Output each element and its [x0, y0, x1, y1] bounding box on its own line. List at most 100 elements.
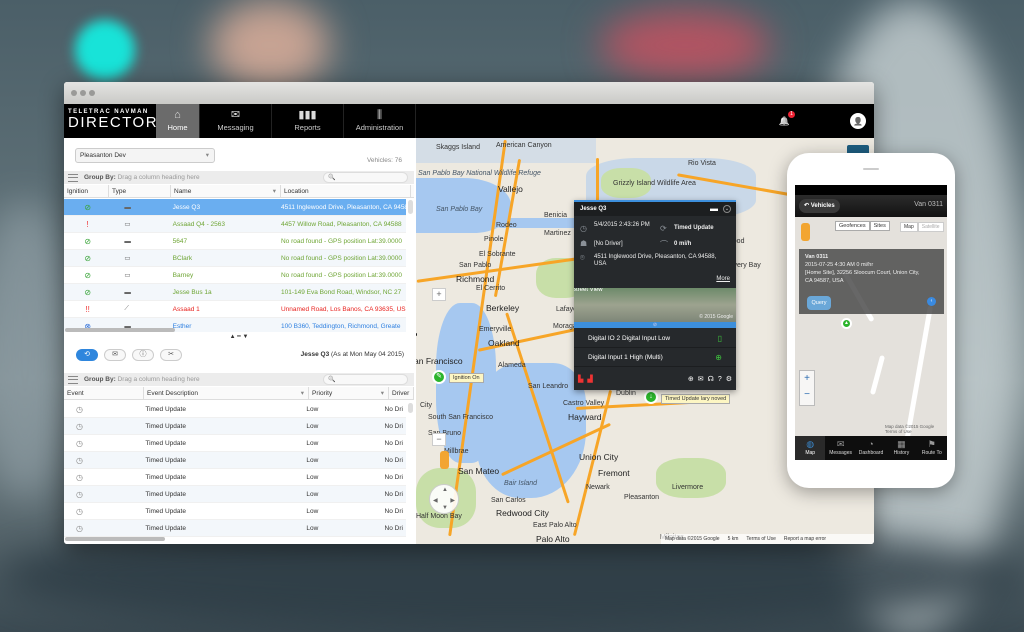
- panel-splitter[interactable]: ▲ ━ ▼: [64, 334, 414, 340]
- zoom-out-icon[interactable]: −: [800, 387, 814, 403]
- map-attribution-link[interactable]: Report a map error: [784, 536, 826, 542]
- menu-icon[interactable]: [68, 173, 78, 182]
- map-attribution-link[interactable]: Terms of Use: [746, 536, 775, 542]
- help-icon[interactable]: ?: [718, 376, 722, 383]
- group-by-dropzone[interactable]: Drag a column heading here: [118, 376, 200, 383]
- phone-vehicle-marker[interactable]: ▲: [841, 318, 852, 329]
- notifications-button[interactable]: 🔔 1: [779, 110, 795, 127]
- map-zoom-in-button[interactable]: +: [432, 288, 446, 301]
- pan-up-icon[interactable]: ▲: [442, 487, 448, 493]
- event-row[interactable]: ◷ Timed Update Low No Dri: [64, 503, 406, 520]
- map-pan-control[interactable]: ▲ ▼ ◀ ▶: [429, 484, 459, 514]
- event-row[interactable]: ◷ Timed Update Low No Dri: [64, 520, 406, 537]
- vehicle-row[interactable]: ! ▭ Assaad Q4 - 2563 4457 Willow Road, Plea…: [64, 216, 406, 233]
- phone-maptype-map[interactable]: Map: [900, 222, 918, 232]
- io-row[interactable]: Digital Input 1 High (Multi) ⊕: [574, 349, 736, 367]
- headset-icon[interactable]: ☊: [708, 375, 714, 383]
- vehicle-row[interactable]: ⊘ ▬ Jesse Q3 4511 Inglewood Drive, Pleasant…: [64, 199, 406, 216]
- tools-tab-button[interactable]: ✂: [160, 349, 182, 361]
- event-scrollbar-vertical[interactable]: [408, 403, 413, 413]
- column-header-location[interactable]: Location: [281, 185, 411, 197]
- event-row[interactable]: ◷ Timed Update Low No Dri: [64, 418, 406, 435]
- event-row[interactable]: ◷ Timed Update Low No Dri: [64, 452, 406, 469]
- column-header-type[interactable]: Type: [109, 185, 171, 197]
- pan-right-icon[interactable]: ▶: [450, 497, 455, 504]
- io-row[interactable]: Digital IO 2 Digital Input Low ▯: [574, 330, 736, 348]
- phone-maptype-satellite[interactable]: Satellite: [917, 222, 944, 232]
- phone-tab-dashboard[interactable]: ◔ Dashboard: [856, 436, 886, 460]
- phone-zoom-control[interactable]: + −: [799, 370, 815, 406]
- popup-divider-handle[interactable]: ⊘: [574, 322, 736, 328]
- events-tab-button[interactable]: ⟲: [76, 349, 98, 361]
- column-header-event[interactable]: Event: [64, 387, 144, 399]
- pan-down-icon[interactable]: ▼: [442, 505, 448, 511]
- popup-collapse-button[interactable]: ⌄: [723, 205, 731, 213]
- settings-icon[interactable]: ⚙: [726, 375, 732, 383]
- pan-left-icon[interactable]: ◀: [433, 497, 438, 504]
- event-search-input[interactable]: 🔍: [323, 374, 408, 385]
- event-row[interactable]: ◷ Timed Update Low No Dri: [64, 469, 406, 486]
- event-row[interactable]: ◷ Timed Update Low No Dri: [64, 486, 406, 503]
- phone-segment-geofences[interactable]: Geofences: [835, 221, 870, 231]
- message-icon[interactable]: ✉: [698, 375, 704, 383]
- vehicle-scrollbar-horizontal[interactable]: [65, 328, 175, 332]
- vehicle-row[interactable]: ⊘ ▭ Barney No road found - GPS position Lat…: [64, 267, 406, 284]
- map-attribution: Map data ©2015 Google 5 km Terms of Use Rep…: [661, 534, 874, 544]
- vehicle-marker-ignition[interactable]: ✎: [432, 370, 446, 384]
- map-zoom-out-button[interactable]: −: [432, 433, 446, 446]
- site-select[interactable]: Pleasanton Dev ▾: [75, 148, 215, 163]
- vehicle-name: 5647: [172, 237, 188, 245]
- column-header-priority[interactable]: Priority: [309, 387, 389, 400]
- vehicle-scrollbar-vertical[interactable]: [408, 200, 413, 214]
- window-maximize-button[interactable]: [89, 90, 95, 96]
- vehicle-search-input[interactable]: 🔍: [323, 172, 408, 183]
- phone-segment-sites[interactable]: Sites: [869, 221, 890, 231]
- column-header-ignition[interactable]: Ignition: [64, 185, 109, 197]
- collapse-panel-arrow[interactable]: ◂: [416, 331, 417, 338]
- map-place-label: Newark: [586, 484, 610, 491]
- popup-more-link[interactable]: More: [716, 276, 730, 282]
- event-row[interactable]: ◷ Timed Update Low No Dri: [64, 401, 406, 418]
- locate-icon[interactable]: ⊕: [688, 375, 694, 383]
- nav-tab-administration[interactable]: ⫼ Administration: [344, 104, 416, 138]
- phone-tab-map[interactable]: ◍ Map: [795, 436, 826, 460]
- phone-screen: ↶ Vehicles Van 0311 Geofences Sites Map Sa…: [795, 185, 947, 460]
- next-icon[interactable]: ‹: [927, 297, 936, 306]
- map-place-label: Redwood City: [496, 508, 549, 518]
- vehicle-row[interactable]: ⊘ ▭ BClark No road found - GPS position Lat…: [64, 250, 406, 267]
- menu-icon[interactable]: [68, 375, 78, 384]
- vehicle-marker-selected[interactable]: ↓: [644, 390, 658, 404]
- user-avatar-button[interactable]: 👤: [850, 113, 866, 129]
- vehicle-row[interactable]: ⊘ ▬ Jesse Bus 1a 101-149 Eva Bond Road, Win…: [64, 284, 406, 301]
- event-row[interactable]: ◷ Timed Update Low No Dri: [64, 435, 406, 452]
- phone-tab-messages[interactable]: ✉ Messages: [825, 436, 855, 460]
- phone-tab-route-to[interactable]: ⚑ Route To: [917, 436, 947, 460]
- event-priority: Low: [306, 507, 319, 515]
- flag-icon[interactable]: ▙: [578, 375, 583, 383]
- alert-icon[interactable]: ▟: [587, 375, 592, 383]
- window-close-button[interactable]: [71, 90, 77, 96]
- column-header-event-description[interactable]: Event Description: [144, 387, 309, 400]
- map-place-label: Rodeo: [496, 222, 517, 229]
- event-description: Timed Update: [145, 456, 186, 464]
- zoom-in-icon[interactable]: +: [800, 371, 814, 387]
- map-place-label: San Leandro: [528, 383, 569, 390]
- street-view-image[interactable]: Street View © 2015 Google: [574, 288, 736, 322]
- nav-tab-messaging[interactable]: ✉ Messaging: [200, 104, 272, 138]
- alerts-tab-button[interactable]: ⓘ: [132, 349, 154, 361]
- vehicle-row[interactable]: ⊘ ▬ 5647 No road found - GPS position Lat:3…: [64, 233, 406, 250]
- column-header-name[interactable]: Name: [171, 185, 281, 198]
- query-button[interactable]: Query: [807, 296, 831, 310]
- group-by-dropzone[interactable]: Drag a column heading here: [118, 174, 200, 181]
- phone-back-button[interactable]: ↶ Vehicles: [799, 199, 840, 213]
- messages-tab-button[interactable]: ✉: [104, 349, 126, 361]
- street-view-pegman[interactable]: [440, 451, 449, 469]
- vehicle-row[interactable]: !! ⟋ Assaad 1 Unnamed Road, Los Banos, CA 9…: [64, 301, 406, 318]
- nav-tab-home[interactable]: ⌂ Home: [156, 104, 200, 138]
- phone-street-view-pegman[interactable]: [801, 223, 810, 241]
- window-minimize-button[interactable]: [80, 90, 86, 96]
- nav-tab-reports[interactable]: ▮▮▮ Reports: [272, 104, 344, 138]
- event-scrollbar-horizontal[interactable]: [65, 537, 165, 541]
- column-header-driver[interactable]: Driver: [389, 387, 414, 399]
- phone-tab-history[interactable]: ▦ History: [886, 436, 916, 460]
